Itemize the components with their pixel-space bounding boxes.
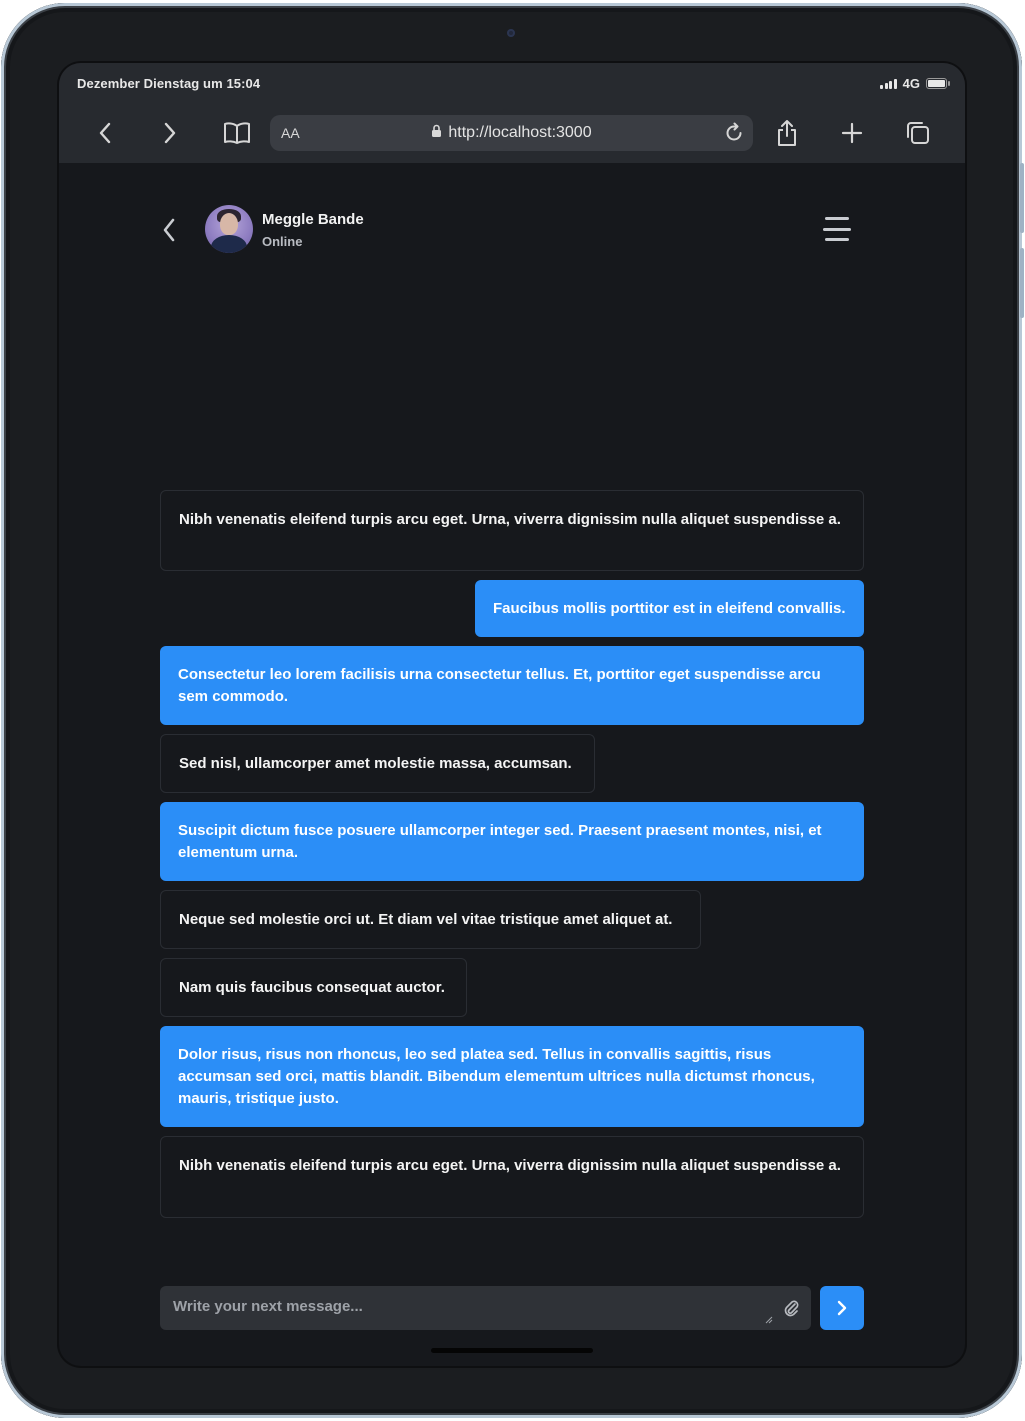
message-incoming: Sed nisl, ullamcorper amet molestie mass… — [160, 734, 595, 793]
plus-icon — [841, 122, 863, 144]
message-outgoing: Suscipit dictum fusce posuere ullamcorpe… — [160, 802, 864, 881]
status-time: Dezember Dienstag um 15:04 — [77, 76, 261, 91]
camera — [507, 29, 515, 37]
home-indicator[interactable] — [431, 1348, 593, 1353]
back-to-chats-button[interactable] — [156, 215, 182, 245]
chevron-right-icon — [164, 122, 176, 144]
contact-status: Online — [262, 234, 303, 249]
lock-icon — [432, 124, 442, 137]
tabs-overview-button[interactable] — [898, 113, 938, 153]
message-input[interactable] — [160, 1286, 811, 1330]
reload-icon — [726, 122, 742, 141]
message-incoming: Nibh venenatis eleifend turpis arcu eget… — [160, 490, 864, 571]
message-input-container — [160, 1286, 811, 1330]
chevron-left-icon — [99, 122, 111, 144]
chat-header: Meggle Bande Online — [59, 163, 965, 263]
signal-icon — [880, 78, 897, 89]
back-button[interactable] — [85, 113, 125, 153]
message-outgoing: Dolor risus, risus non rhoncus, leo sed … — [160, 1026, 864, 1127]
message-outgoing: Consectetur leo lorem facilisis urna con… — [160, 646, 864, 725]
message-incoming: Nibh venenatis eleifend turpis arcu eget… — [160, 1136, 864, 1218]
contact-name: Meggle Bande — [262, 211, 364, 228]
book-icon — [224, 122, 250, 144]
hamburger-icon — [825, 217, 849, 220]
reload-button[interactable] — [721, 120, 747, 146]
message-incoming: Neque sed molestie orci ut. Et diam vel … — [160, 890, 701, 949]
new-tab-button[interactable] — [832, 113, 872, 153]
message-outgoing: Faucibus mollis porttitor est in eleifen… — [475, 580, 864, 637]
url-text: http://localhost:3000 — [448, 124, 592, 141]
url-display[interactable]: http://localhost:3000 — [270, 124, 753, 142]
message-composer — [160, 1286, 864, 1330]
share-button[interactable] — [767, 113, 807, 153]
menu-button[interactable] — [821, 215, 853, 243]
paperclip-icon[interactable] — [782, 1298, 800, 1318]
forward-button[interactable] — [150, 113, 190, 153]
bookmarks-button[interactable] — [217, 113, 257, 153]
address-bar[interactable]: AA http://localhost:3000 — [270, 115, 753, 151]
browser-toolbar: Dezember Dienstag um 15:04 4G AA http://… — [59, 63, 965, 163]
avatar[interactable] — [205, 205, 253, 253]
network-label: 4G — [902, 76, 920, 91]
status-indicators: 4G — [880, 76, 950, 91]
resize-grip-icon[interactable] — [765, 1316, 773, 1324]
tablet-frame: Dezember Dienstag um 15:04 4G AA http://… — [1, 3, 1024, 1418]
battery-icon — [926, 78, 950, 89]
chevron-right-icon — [837, 1300, 847, 1316]
power-button — [1020, 248, 1024, 318]
volume-button — [1020, 163, 1024, 233]
message-incoming: Nam quis faucibus consequat auctor. — [160, 958, 467, 1017]
send-button[interactable] — [820, 1286, 864, 1330]
screen: Dezember Dienstag um 15:04 4G AA http://… — [59, 63, 965, 1366]
share-icon — [778, 120, 796, 146]
tabs-icon — [907, 122, 929, 144]
chevron-left-icon — [163, 218, 175, 242]
